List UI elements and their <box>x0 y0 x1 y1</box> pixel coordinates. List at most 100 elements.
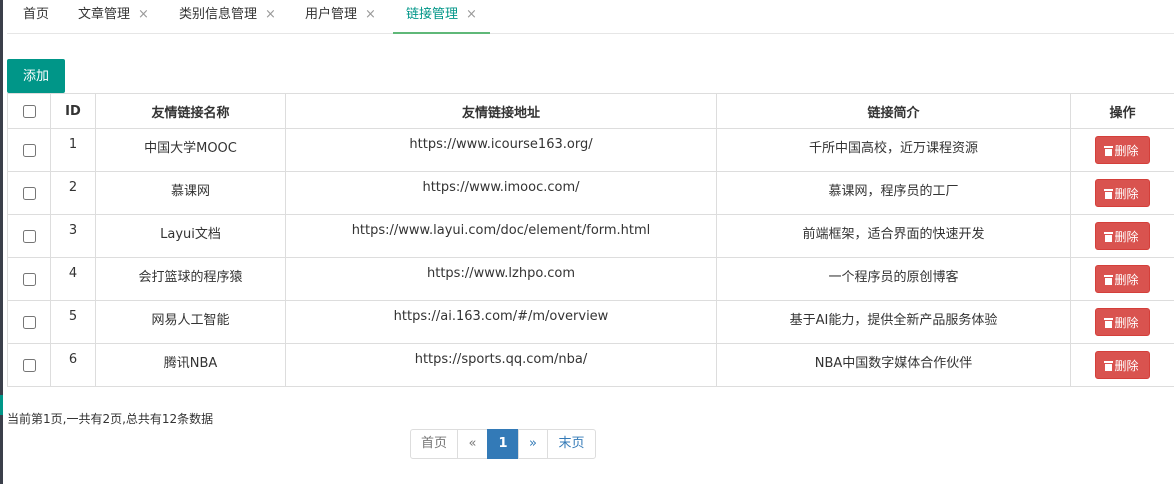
row-id: 5 <box>50 300 96 344</box>
row-link-name: 中国大学MOOC <box>95 128 286 172</box>
row-checkbox[interactable] <box>22 358 36 372</box>
trash-icon <box>1104 146 1114 156</box>
row-select-cell <box>7 343 51 387</box>
row-id: 2 <box>50 171 96 215</box>
row-actions: 删除 <box>1070 343 1174 387</box>
tab-label: 用户管理 <box>305 7 358 22</box>
tab-article-management[interactable]: 文章管理 × <box>78 0 149 33</box>
current-page-button[interactable]: 1 <box>487 429 519 459</box>
row-link-url: https://www.layui.com/doc/element/form.h… <box>285 214 717 258</box>
tab-link-management[interactable]: 链接管理 × <box>393 0 490 34</box>
row-link-description: 基于AI能力，提供全新产品服务体验 <box>716 300 1071 344</box>
row-link-url: https://www.icourse163.org/ <box>285 128 717 172</box>
delete-button[interactable]: 删除 <box>1095 308 1150 336</box>
row-link-description: 慕课网，程序员的工厂 <box>716 171 1071 215</box>
row-link-description: NBA中国数字媒体合作伙伴 <box>716 343 1071 387</box>
row-actions: 删除 <box>1070 128 1174 172</box>
row-link-name: 慕课网 <box>95 171 286 215</box>
row-select-cell <box>7 257 51 301</box>
row-actions: 删除 <box>1070 214 1174 258</box>
last-page-button[interactable]: 末页 <box>547 429 596 459</box>
links-table: ID 友情链接名称 友情链接地址 链接简介 操作 1 中国大学MOOC http… <box>7 93 1174 387</box>
row-checkbox[interactable] <box>22 143 36 157</box>
header-link-name: 友情链接名称 <box>95 93 286 129</box>
row-actions: 删除 <box>1070 300 1174 344</box>
trash-icon <box>1104 232 1114 242</box>
row-link-description: 前端框架，适合界面的快速开发 <box>716 214 1071 258</box>
left-edge-bar <box>0 0 3 484</box>
trash-icon <box>1104 318 1114 328</box>
row-select-cell <box>7 128 51 172</box>
table-row: 5 网易人工智能 https://ai.163.com/#/m/overview… <box>7 300 1174 344</box>
delete-button[interactable]: 删除 <box>1095 222 1150 250</box>
next-page-button[interactable]: » <box>518 429 548 459</box>
trash-icon <box>1104 275 1114 285</box>
row-checkbox[interactable] <box>22 186 36 200</box>
table-row: 2 慕课网 https://www.imooc.com/ 慕课网，程序员的工厂 … <box>7 171 1174 215</box>
tab-label: 文章管理 <box>78 7 131 22</box>
delete-label: 删除 <box>1114 316 1139 330</box>
row-link-description: 一个程序员的原创博客 <box>716 257 1071 301</box>
delete-label: 删除 <box>1114 230 1139 244</box>
first-page-button[interactable]: 首页 <box>410 429 458 459</box>
close-icon[interactable]: × <box>365 7 376 22</box>
row-link-url: https://ai.163.com/#/m/overview <box>285 300 717 344</box>
table-row: 6 腾讯NBA https://sports.qq.com/nba/ NBA中国… <box>7 343 1174 387</box>
row-id: 4 <box>50 257 96 301</box>
row-link-url: https://sports.qq.com/nba/ <box>285 343 717 387</box>
trash-icon <box>1104 189 1114 199</box>
close-icon[interactable]: × <box>138 7 149 22</box>
select-all-checkbox[interactable] <box>22 104 36 118</box>
delete-label: 删除 <box>1114 144 1139 158</box>
delete-button[interactable]: 删除 <box>1095 351 1150 379</box>
active-tab-indicator <box>393 32 490 34</box>
table-row: 3 Layui文档 https://www.layui.com/doc/elem… <box>7 214 1174 258</box>
header-id: ID <box>50 93 96 129</box>
header-actions: 操作 <box>1070 93 1174 129</box>
tab-home[interactable]: 首页 <box>23 0 49 33</box>
tab-category-management[interactable]: 类别信息管理 × <box>179 0 276 33</box>
table-header-row: ID 友情链接名称 友情链接地址 链接简介 操作 <box>7 93 1174 129</box>
header-link-url: 友情链接地址 <box>285 93 717 129</box>
delete-label: 删除 <box>1114 359 1139 373</box>
prev-page-button[interactable]: « <box>457 429 488 459</box>
tab-user-management[interactable]: 用户管理 × <box>305 0 376 33</box>
row-checkbox[interactable] <box>22 229 36 243</box>
delete-label: 删除 <box>1114 273 1139 287</box>
left-edge-accent <box>0 395 3 415</box>
tab-label: 首页 <box>23 7 50 22</box>
table-row: 4 会打篮球的程序猿 https://www.lzhpo.com 一个程序员的原… <box>7 257 1174 301</box>
select-all-cell <box>7 93 51 129</box>
row-link-name: 网易人工智能 <box>95 300 286 344</box>
delete-button[interactable]: 删除 <box>1095 265 1150 293</box>
close-icon[interactable]: × <box>466 7 477 22</box>
add-button[interactable]: 添加 <box>7 59 65 93</box>
tab-bar: 首页 文章管理 × 类别信息管理 × 用户管理 × 链接管理 × <box>7 0 1174 34</box>
delete-label: 删除 <box>1114 187 1139 201</box>
row-link-name: 会打篮球的程序猿 <box>95 257 286 301</box>
row-select-cell <box>7 300 51 344</box>
row-checkbox[interactable] <box>22 315 36 329</box>
row-link-url: https://www.lzhpo.com <box>285 257 717 301</box>
tab-label: 类别信息管理 <box>179 7 258 22</box>
delete-button[interactable]: 删除 <box>1095 136 1150 164</box>
close-icon[interactable]: × <box>265 7 276 22</box>
row-id: 3 <box>50 214 96 258</box>
row-id: 1 <box>50 128 96 172</box>
table-row: 1 中国大学MOOC https://www.icourse163.org/ 千… <box>7 128 1174 172</box>
trash-icon <box>1104 361 1114 371</box>
row-id: 6 <box>50 343 96 387</box>
row-link-name: 腾讯NBA <box>95 343 286 387</box>
pagination: 首页 « 1 » 末页 <box>410 429 596 459</box>
row-select-cell <box>7 171 51 215</box>
row-actions: 删除 <box>1070 257 1174 301</box>
row-link-description: 千所中国高校，近万课程资源 <box>716 128 1071 172</box>
row-actions: 删除 <box>1070 171 1174 215</box>
row-checkbox[interactable] <box>22 272 36 286</box>
header-link-description: 链接简介 <box>716 93 1071 129</box>
row-select-cell <box>7 214 51 258</box>
delete-button[interactable]: 删除 <box>1095 179 1150 207</box>
row-link-name: Layui文档 <box>95 214 286 258</box>
row-link-url: https://www.imooc.com/ <box>285 171 717 215</box>
pagination-info: 当前第1页,一共有2页,总共有12条数据 <box>7 412 214 426</box>
